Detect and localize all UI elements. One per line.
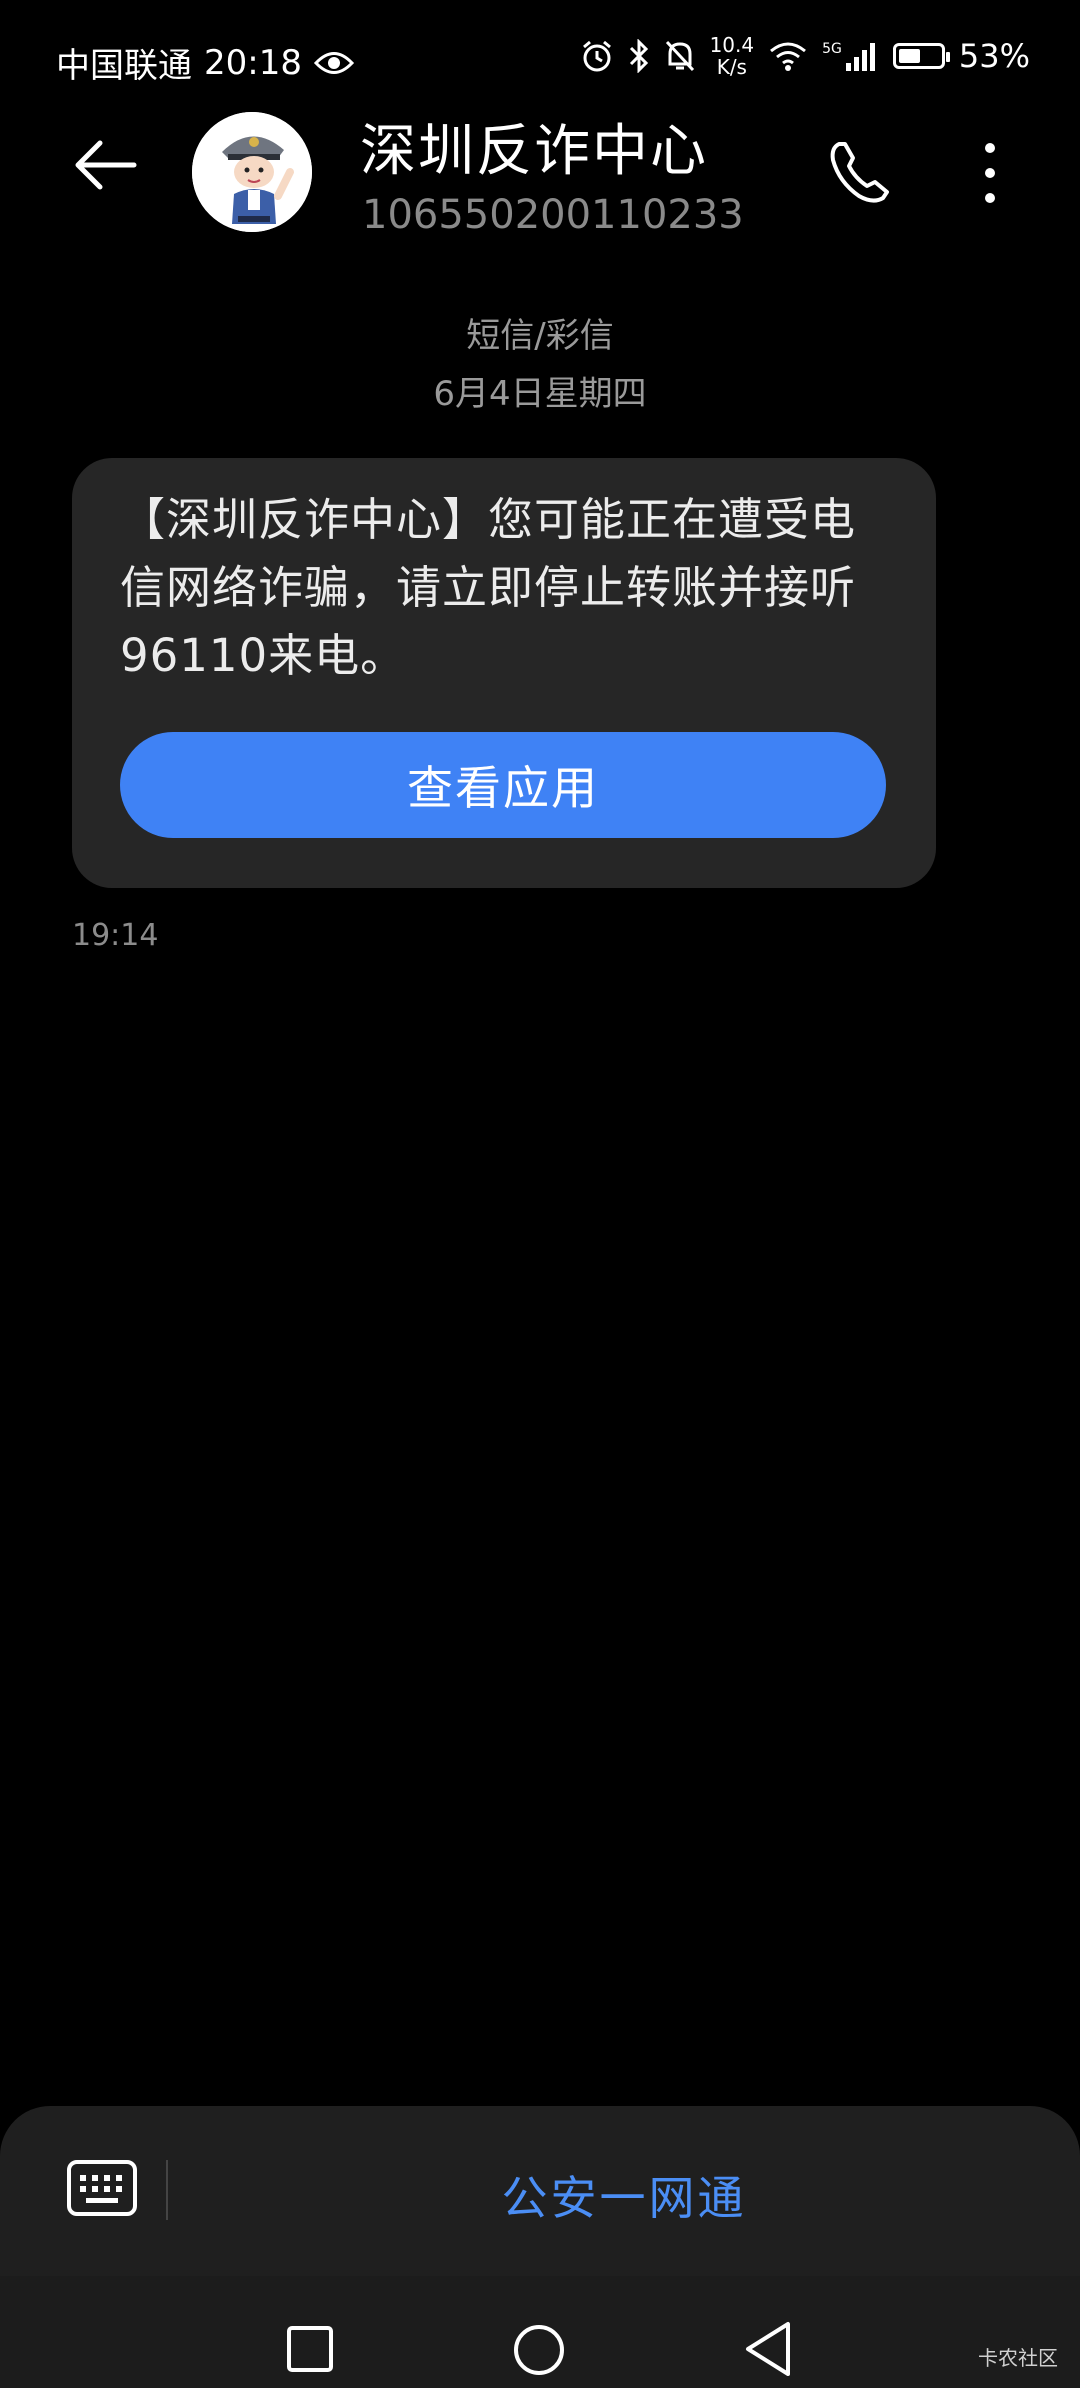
view-app-button[interactable]: 查看应用	[120, 732, 886, 838]
square-icon	[287, 2326, 333, 2372]
carrier-label: 中国联通	[56, 46, 192, 86]
call-button[interactable]	[825, 138, 905, 218]
status-bar-left: 中国联通 20:18	[56, 38, 354, 87]
battery-percent: 53%	[958, 37, 1030, 75]
wifi-icon	[770, 42, 807, 71]
message-type-label: 短信/彩信	[466, 316, 614, 356]
recent-apps-button[interactable]	[285, 2324, 335, 2374]
contact-number: 106550200110233	[362, 192, 744, 238]
more-options-button[interactable]	[960, 138, 1020, 218]
message-date: 6月4日星期四	[433, 374, 647, 414]
police-avatar-icon	[192, 112, 312, 232]
signal-icon	[845, 43, 875, 71]
status-bar-right: 10.4 K/s 5G 53%	[580, 34, 1030, 78]
contact-name: 深圳反诈中心	[360, 119, 708, 184]
home-button[interactable]	[511, 2322, 567, 2378]
eye-icon	[313, 51, 354, 74]
contact-avatar[interactable]	[192, 112, 312, 232]
back-button[interactable]	[70, 135, 150, 215]
battery-icon	[892, 43, 950, 69]
net-speed-unit: K/s	[716, 55, 747, 79]
message-time: 19:14	[72, 918, 159, 953]
net-speed: 10.4 K/s	[710, 34, 755, 78]
nav-back-button[interactable]	[740, 2318, 796, 2380]
arrow-left-icon	[75, 140, 137, 190]
bluetooth-icon	[629, 39, 648, 73]
bottom-input-panel: 公安一网通	[0, 2106, 1080, 2276]
clock: 20:18	[204, 42, 302, 83]
keyboard-icon	[67, 2160, 137, 2216]
message-bubble[interactable]: 【深圳反诈中心】您可能正在遭受电信网络诈骗，请立即停止转账并接听96110来电。…	[72, 458, 936, 888]
watermark-text: 卡农社区	[978, 2346, 1058, 2370]
mute-bell-icon	[665, 40, 694, 72]
keyboard-toggle-button[interactable]	[66, 2158, 138, 2218]
circle-icon	[514, 2325, 564, 2375]
phone-icon	[830, 142, 889, 203]
more-vertical-icon	[985, 143, 995, 203]
triangle-back-icon	[746, 2322, 790, 2376]
alarm-icon	[582, 40, 611, 72]
service-link[interactable]: 公安一网通	[168, 2162, 1080, 2228]
network-type: 5G	[822, 41, 842, 57]
message-text: 【深圳反诈中心】您可能正在遭受电信网络诈骗，请立即停止转账并接听96110来电。	[120, 493, 857, 682]
net-speed-value: 10.4	[709, 33, 755, 57]
